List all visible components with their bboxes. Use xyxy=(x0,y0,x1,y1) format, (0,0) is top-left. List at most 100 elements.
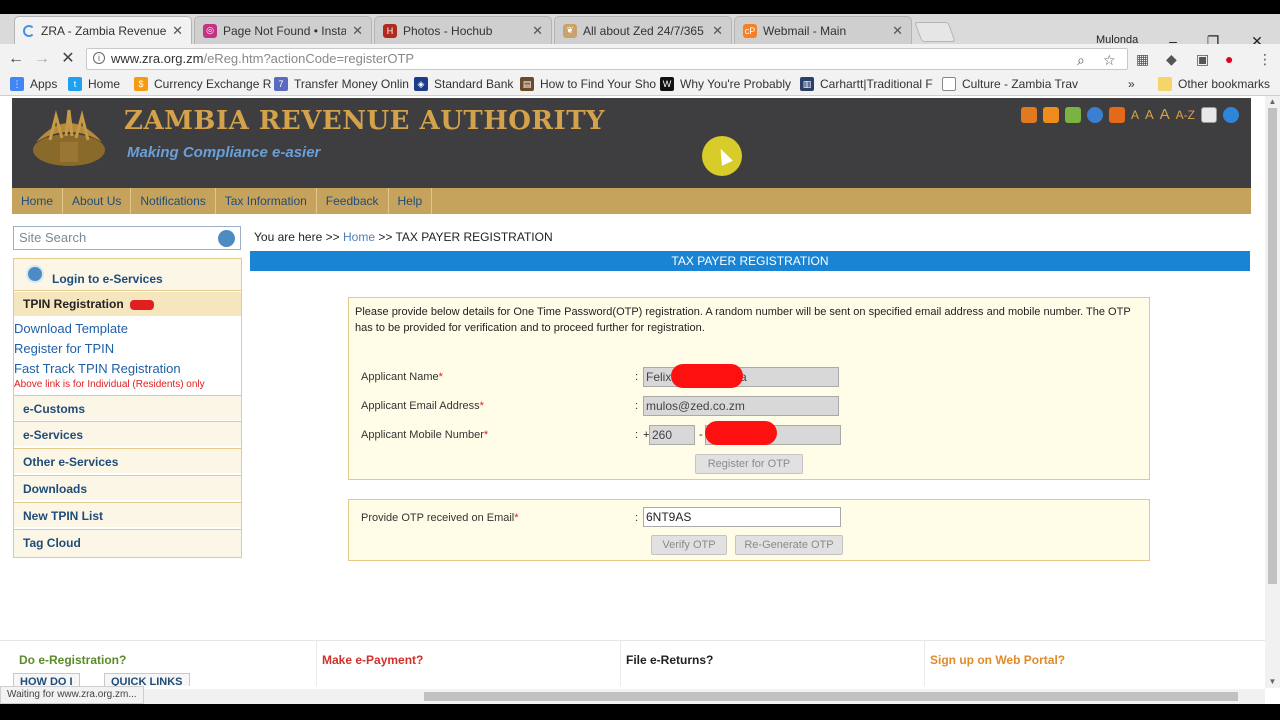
fast-track-tpin-link[interactable]: Fast Track TPIN Registration xyxy=(14,361,181,376)
transfer-icon: 7 xyxy=(274,77,288,91)
tab-zed[interactable]: ❦ All about Zed 24/7/365 ✕ xyxy=(554,16,732,44)
bookmark-other[interactable]: Other bookmarks xyxy=(1158,77,1270,91)
folder-icon xyxy=(1158,77,1172,91)
tab-label: All about Zed 24/7/365 xyxy=(583,23,704,38)
a-z-index-button[interactable]: A-Z xyxy=(1176,108,1195,122)
site-search-input[interactable]: Site Search xyxy=(13,226,241,250)
more-bookmarks-icon[interactable]: » xyxy=(1128,77,1135,91)
bookmark-carhartt[interactable]: ▥ Carhartt|Traditional F xyxy=(800,77,933,91)
sidebar-item-e-customs[interactable]: e-Customs xyxy=(14,395,241,420)
sidebar-item-e-services[interactable]: e-Services xyxy=(14,421,241,446)
accessibility-icon[interactable] xyxy=(1223,106,1239,123)
nav-help[interactable]: Help xyxy=(389,188,433,214)
bookmark-how-to-find[interactable]: ▤ How to Find Your Sho xyxy=(520,77,656,91)
extension-icon[interactable]: ◆ xyxy=(1166,51,1177,68)
tpin-registration-heading[interactable]: TPIN Registration xyxy=(14,292,241,316)
nav-tax-information[interactable]: Tax Information xyxy=(216,188,317,214)
font-small-button[interactable]: A xyxy=(1131,108,1139,122)
otp-intro-text: Please provide below details for One Tim… xyxy=(355,306,1131,334)
horizontal-scrollbar[interactable] xyxy=(0,689,1265,704)
font-large-button[interactable]: A xyxy=(1160,106,1170,123)
e-returns-link[interactable]: File e-Returns? xyxy=(626,653,713,667)
redaction-mark xyxy=(671,364,743,388)
nav-about-us[interactable]: About Us xyxy=(63,188,132,214)
apps-icon: ⋮ xyxy=(10,77,24,91)
sidebar-item-tag-cloud[interactable]: Tag Cloud xyxy=(14,529,241,557)
vertical-scrollbar[interactable]: ▲ ▼ xyxy=(1265,96,1280,688)
close-icon[interactable]: ✕ xyxy=(532,23,543,39)
breadcrumb-home-link[interactable]: Home xyxy=(343,230,375,244)
otp-input[interactable]: 6NT9AS xyxy=(643,507,841,527)
applicant-name-value: Felix xyxy=(646,370,672,384)
bookmark-standard-bank[interactable]: ◈ Standard Bank xyxy=(414,77,513,91)
bookmark-home[interactable]: t Home xyxy=(68,77,120,91)
bookmark-transfer[interactable]: 7 Transfer Money Onlin xyxy=(274,77,409,91)
tab-webmail[interactable]: cP Webmail - Main ✕ xyxy=(734,16,912,44)
bookmark-why-youre[interactable]: W Why You're Probably xyxy=(660,77,791,91)
nav-home[interactable]: Home xyxy=(12,188,64,214)
font-medium-button[interactable]: A xyxy=(1145,107,1154,122)
otp-label: Provide OTP received on Email* xyxy=(361,512,519,524)
close-icon[interactable]: ✕ xyxy=(892,23,903,39)
nav-notifications[interactable]: Notifications xyxy=(131,188,216,214)
pinterest-icon[interactable]: ● xyxy=(1225,51,1233,67)
scrollbar-thumb[interactable] xyxy=(1268,108,1277,584)
tab-how-do-i[interactable]: HOW DO I xyxy=(13,673,80,686)
applicant-email-field[interactable]: mulos@zed.co.zm xyxy=(643,396,839,416)
sitemap-icon[interactable] xyxy=(1020,106,1037,123)
zoom-icon[interactable]: ⌕ xyxy=(1077,50,1085,70)
close-icon[interactable]: ✕ xyxy=(712,23,723,39)
main-nav: Home About Us Notifications Tax Informat… xyxy=(12,188,1251,214)
colon: : xyxy=(635,429,639,441)
register-tpin-link[interactable]: Register for TPIN xyxy=(14,341,114,356)
forward-icon[interactable]: → xyxy=(30,48,54,70)
scroll-down-icon[interactable]: ▼ xyxy=(1268,678,1277,686)
login-label: Login to e-Services xyxy=(52,272,163,286)
search-icon[interactable] xyxy=(218,230,235,247)
e-payment-link[interactable]: Make e-Payment? xyxy=(322,653,423,667)
loading-icon xyxy=(23,24,35,37)
info-icon[interactable]: i xyxy=(93,52,105,64)
currency-icon: $ xyxy=(134,77,148,91)
bookmark-currency[interactable]: $ Currency Exchange R xyxy=(134,77,271,91)
document-icon xyxy=(942,77,956,91)
verify-otp-button[interactable]: Verify OTP xyxy=(651,535,727,555)
nav-feedback[interactable]: Feedback xyxy=(317,188,389,214)
download-template-link[interactable]: Download Template xyxy=(14,321,128,336)
menu-icon[interactable]: ⋮ xyxy=(1258,51,1272,68)
text-only-icon[interactable] xyxy=(1201,106,1217,123)
rss-icon[interactable] xyxy=(1042,106,1059,123)
back-icon[interactable]: ← xyxy=(4,48,28,70)
tab-hochub[interactable]: H Photos - Hochub ✕ xyxy=(374,16,552,44)
web-portal-link[interactable]: Sign up on Web Portal? xyxy=(930,653,1065,667)
sidebar-item-other-e-services[interactable]: Other e-Services xyxy=(14,448,241,473)
new-tab-button[interactable] xyxy=(914,22,956,42)
sidebar-item-downloads[interactable]: Downloads xyxy=(14,475,241,500)
scroll-up-icon[interactable]: ▲ xyxy=(1268,98,1277,106)
extension-icon[interactable]: ▦ xyxy=(1136,51,1149,68)
help-icon[interactable] xyxy=(1086,106,1103,123)
star-icon[interactable]: ☆ xyxy=(1103,50,1116,70)
scrollbar-thumb[interactable] xyxy=(424,692,1238,701)
redaction-mark xyxy=(705,421,777,445)
tab-zra[interactable]: ZRA - Zambia Revenue A ✕ xyxy=(14,16,192,44)
login-e-services[interactable]: Login to e-Services xyxy=(14,259,241,291)
sidebar-item-new-tpin-list[interactable]: New TPIN List xyxy=(14,502,241,527)
e-registration-link[interactable]: Do e-Registration? xyxy=(19,653,126,667)
stop-icon[interactable]: ✕ xyxy=(56,48,80,70)
close-icon[interactable]: ✕ xyxy=(352,23,363,39)
bookmark-culture[interactable]: Culture - Zambia Trav xyxy=(942,77,1078,91)
mobile-country-code-field[interactable]: 260 xyxy=(649,425,695,445)
close-icon[interactable]: ✕ xyxy=(172,23,183,39)
favorites-icon[interactable] xyxy=(1064,106,1081,123)
regenerate-otp-button[interactable]: Re-Generate OTP xyxy=(735,535,843,555)
extension-icon[interactable]: ▣ xyxy=(1196,51,1209,68)
bookmark-icon[interactable] xyxy=(1108,106,1125,123)
tab-quick-links[interactable]: QUICK LINKS xyxy=(104,673,190,686)
breadcrumb-current: >> TAX PAYER REGISTRATION xyxy=(378,230,553,244)
bookmark-apps[interactable]: ⋮ Apps xyxy=(10,77,57,91)
address-bar[interactable]: i www.zra.org.zm/eReg.htm?actionCode=reg… xyxy=(86,48,1128,70)
screen-bottom-border xyxy=(0,704,1280,720)
tab-instagram[interactable]: ◎ Page Not Found • Instag ✕ xyxy=(194,16,372,44)
register-otp-button[interactable]: Register for OTP xyxy=(695,454,803,474)
